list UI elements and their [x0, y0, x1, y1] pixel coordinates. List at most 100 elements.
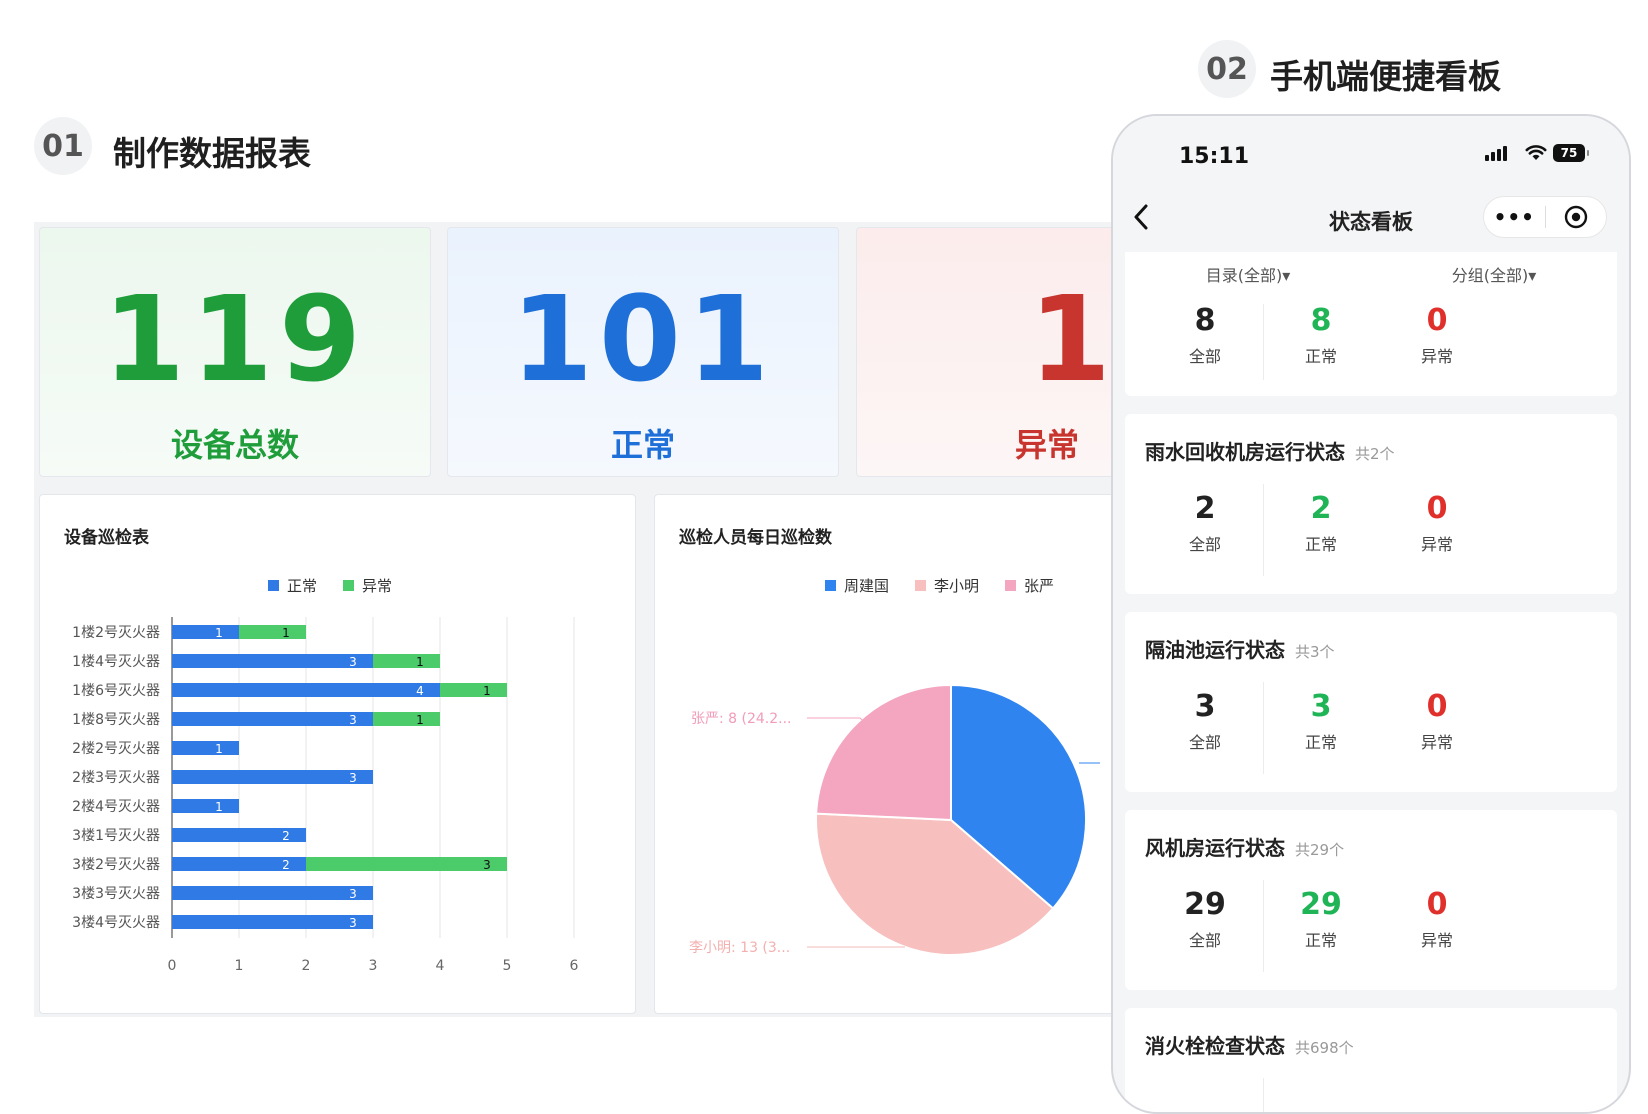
- stat-abnormal-label: 异常: [1420, 931, 1453, 950]
- bar-normal[interactable]: [172, 915, 373, 929]
- inspection-bar-chart: 0 1 2 3 4 5 6 1楼2号灭火器 1 1 1楼4号灭火器 3 1 1楼6号灭火器 4 1 1楼8号灭火…: [72, 617, 579, 974]
- status-card-rainwater[interactable]: 雨水回收机房运行状态 共2个 2 全部 2 正常 0 异常: [1125, 414, 1617, 594]
- category-label: 2楼3号灭火器: [72, 770, 160, 786]
- category-label: 1楼4号灭火器: [72, 654, 160, 670]
- stat-normal-value: 3: [1310, 689, 1332, 724]
- kpi-card-normal[interactable]: 101 正常: [447, 227, 839, 477]
- bar-abnormal[interactable]: [239, 625, 306, 639]
- summary-stat-all[interactable]: 8 全部: [1147, 304, 1263, 367]
- stat-all-value: 2: [1194, 491, 1216, 526]
- status-card-count: 共3个: [1295, 643, 1335, 661]
- pie-slice-2[interactable]: [815, 683, 952, 822]
- summary-all-label: 全部: [1188, 347, 1221, 366]
- filter-directory-dropdown[interactable]: 目录(全部)▾: [1125, 252, 1371, 300]
- phone-mockup: 15:11 75 状态看板 ••• 目录(全部)▾ 分组(全部)▾ 8 全部 8…: [1111, 114, 1631, 1114]
- bar-value-label: 1: [483, 684, 491, 698]
- status-time: 15:11: [1179, 144, 1250, 169]
- bar-abnormal[interactable]: [440, 683, 507, 697]
- status-card-oil-separator[interactable]: 隔油池运行状态 共3个 3 全部 3 正常 0 异常: [1125, 612, 1617, 792]
- bar-normal[interactable]: [172, 799, 239, 813]
- summary-stat-abnormal[interactable]: 0 异常: [1379, 304, 1495, 367]
- x-tick-label: 6: [570, 958, 579, 974]
- category-label: 3楼4号灭火器: [72, 915, 160, 931]
- status-card-fan-room[interactable]: 风机房运行状态 共29个 29 全部 29 正常 0 异常: [1125, 810, 1617, 990]
- x-tick-label: 2: [302, 958, 311, 974]
- stat-divider: [1263, 880, 1264, 972]
- x-tick-label: 3: [369, 958, 378, 974]
- stat-abnormal-value: 0: [1426, 689, 1448, 724]
- stat-abnormal-label: 异常: [1420, 733, 1453, 752]
- status-card-title: 风机房运行状态: [1145, 836, 1285, 860]
- kpi-normal-value: 101: [510, 270, 776, 408]
- bar-normal[interactable]: [172, 741, 239, 755]
- battery-icon: 75: [1553, 144, 1589, 162]
- pie-label-zhangyan: 张严: 8 (24.2...: [691, 711, 792, 727]
- bar-value-label: 1: [215, 742, 223, 756]
- bar-value-label: 3: [349, 655, 357, 669]
- bar-abnormal[interactable]: [373, 654, 440, 668]
- kpi-total-label: 设备总数: [170, 426, 299, 464]
- stat-all-label: 全部: [1188, 733, 1221, 752]
- category-label: 3楼2号灭火器: [72, 857, 160, 873]
- bar-normal[interactable]: [172, 712, 373, 726]
- stat-normal-value: 29: [1300, 887, 1342, 922]
- bar-normal[interactable]: [172, 625, 239, 639]
- summary-normal-label: 正常: [1304, 347, 1337, 366]
- stat-normal-value: 2: [1310, 491, 1332, 526]
- summary-divider: [1263, 304, 1264, 380]
- stat-normal[interactable]: 29 正常: [1263, 888, 1379, 951]
- bar-abnormal[interactable]: [306, 857, 507, 871]
- bar-normal[interactable]: [172, 683, 440, 697]
- status-card-title: 隔油池运行状态: [1145, 638, 1285, 662]
- status-bar: 15:11 75: [1113, 116, 1629, 194]
- category-label: 2楼4号灭火器: [72, 799, 160, 815]
- summary-abnormal-label: 异常: [1420, 347, 1453, 366]
- kpi-normal-label: 正常: [610, 426, 675, 464]
- stat-normal[interactable]: 3 正常: [1263, 690, 1379, 753]
- stat-abnormal[interactable]: 0 异常: [1379, 690, 1495, 753]
- stat-all-value: 29: [1184, 887, 1226, 922]
- stat-all-label: 全部: [1188, 931, 1221, 950]
- bar-normal[interactable]: [172, 770, 373, 784]
- bar-value-label: 3: [483, 858, 491, 872]
- stat-all[interactable]: 29 全部: [1147, 888, 1263, 951]
- bar-normal[interactable]: [172, 886, 373, 900]
- stat-abnormal[interactable]: 0 异常: [1379, 888, 1495, 951]
- bar-value-label: 2: [282, 858, 290, 872]
- x-tick-label: 4: [436, 958, 445, 974]
- step-01-badge: 01: [34, 117, 92, 175]
- category-label: 2楼2号灭火器: [72, 741, 160, 757]
- stat-abnormal[interactable]: 0 异常: [1379, 492, 1495, 555]
- bar-value-label: 1: [416, 713, 424, 727]
- filter-group-dropdown[interactable]: 分组(全部)▾: [1371, 252, 1617, 300]
- stat-normal[interactable]: 2 正常: [1263, 492, 1379, 555]
- bar-value-label: 1: [282, 626, 290, 640]
- signal-icon: [1485, 146, 1507, 161]
- kpi-card-total[interactable]: 119 设备总数: [39, 227, 431, 477]
- kpi-total-value: 119: [102, 270, 368, 408]
- stat-all[interactable]: 3 全部: [1147, 690, 1263, 753]
- close-target-icon[interactable]: [1546, 205, 1607, 229]
- stat-all[interactable]: 2 全部: [1147, 492, 1263, 555]
- stat-divider: [1263, 484, 1264, 576]
- bar-value-label: 3: [349, 887, 357, 901]
- step-02-badge: 02: [1198, 40, 1256, 98]
- pie-label-lixiaoming: 李小明: 13 (3...: [689, 940, 790, 956]
- category-label: 1楼2号灭火器: [72, 625, 160, 641]
- bar-value-label: 4: [416, 684, 424, 698]
- category-label: 3楼3号灭火器: [72, 886, 160, 902]
- personnel-pie-chart: 张严: 8 (24.2... 李小明: 13 (3...: [689, 683, 1100, 956]
- dashboard: 119 设备总数 101 正常 18 异常 设备巡检表 正常 异常 012345…: [34, 222, 1248, 1017]
- status-card-hydrant[interactable]: 消火栓检查状态 共698个: [1125, 1008, 1617, 1112]
- summary-stat-normal[interactable]: 8 正常: [1263, 304, 1379, 367]
- bar-abnormal[interactable]: [373, 712, 440, 726]
- more-options-icon[interactable]: •••: [1484, 205, 1545, 229]
- status-card-title: 消火栓检查状态: [1145, 1034, 1285, 1058]
- summary-normal-value: 8: [1310, 303, 1332, 338]
- bar-value-label: 3: [349, 771, 357, 785]
- wifi-icon: [1525, 145, 1547, 160]
- stat-all-value: 3: [1194, 689, 1216, 724]
- kpi-abnormal-label: 异常: [1014, 426, 1079, 464]
- bar-normal[interactable]: [172, 654, 373, 668]
- stat-normal-label: 正常: [1304, 733, 1337, 752]
